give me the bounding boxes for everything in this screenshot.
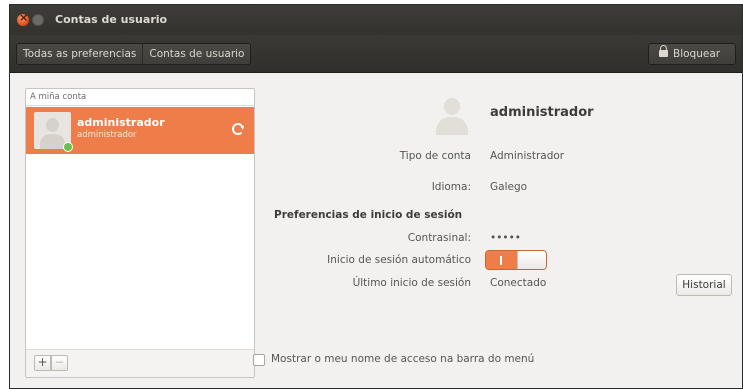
account-type-label: Tipo de conta bbox=[399, 150, 471, 162]
online-status-icon bbox=[63, 142, 73, 152]
language-label: Idioma: bbox=[431, 181, 471, 193]
title-bar: Contas de usuario bbox=[10, 5, 742, 35]
user-list-item-name: administrador bbox=[77, 116, 165, 129]
password-label: Contrasinal: bbox=[407, 232, 471, 244]
autologin-toggle[interactable] bbox=[485, 250, 547, 270]
refresh-icon bbox=[232, 123, 244, 135]
window-title: Contas de usuario bbox=[55, 13, 168, 26]
breadcrumb-all-settings[interactable]: Todas as preferencias bbox=[17, 44, 143, 64]
user-avatar-button[interactable] bbox=[432, 95, 472, 135]
password-value[interactable]: ••••• bbox=[490, 232, 521, 244]
lock-button-label: Bloquear bbox=[673, 48, 721, 60]
close-icon[interactable] bbox=[17, 11, 29, 26]
language-value[interactable]: Galego bbox=[490, 181, 527, 193]
user-full-name[interactable]: administrador bbox=[490, 105, 594, 120]
user-list-item[interactable]: administrador administrador bbox=[26, 107, 254, 154]
breadcrumb-user-accounts[interactable]: Contas de usuario bbox=[142, 44, 251, 64]
show-login-name-label[interactable]: Mostrar o meu nome de acceso na barra do… bbox=[271, 353, 534, 365]
user-list-item-subtitle: administrador bbox=[77, 130, 137, 140]
user-list-footer: + − bbox=[26, 349, 254, 377]
user-list-header: A miña conta bbox=[26, 89, 254, 106]
lock-button[interactable]: Bloquear bbox=[648, 43, 736, 65]
add-user-button[interactable]: + bbox=[34, 355, 51, 371]
toggle-knob bbox=[517, 251, 546, 269]
show-login-name-checkbox[interactable] bbox=[253, 354, 265, 366]
user-accounts-window: Contas de usuario Todas as preferencias … bbox=[9, 4, 743, 389]
breadcrumb: Todas as preferencias Contas de usuario bbox=[16, 43, 252, 65]
autologin-label: Inicio de sesión automático bbox=[327, 254, 471, 266]
account-type-value[interactable]: Administrador bbox=[490, 150, 564, 162]
login-preferences-heading: Preferencias de inicio de sesión bbox=[274, 209, 463, 221]
user-list-panel: A miña conta administrador administrador… bbox=[25, 88, 255, 378]
remove-user-button[interactable]: − bbox=[51, 355, 68, 371]
last-login-value: Conectado bbox=[490, 277, 547, 289]
history-button[interactable]: Historial bbox=[676, 274, 732, 296]
last-login-label: Último inicio de sesión bbox=[352, 277, 471, 289]
minimize-icon[interactable] bbox=[32, 14, 44, 26]
toggle-on-indicator bbox=[486, 251, 517, 269]
lock-icon bbox=[659, 45, 668, 57]
toolbar: Todas as preferencias Contas de usuario … bbox=[10, 35, 742, 73]
